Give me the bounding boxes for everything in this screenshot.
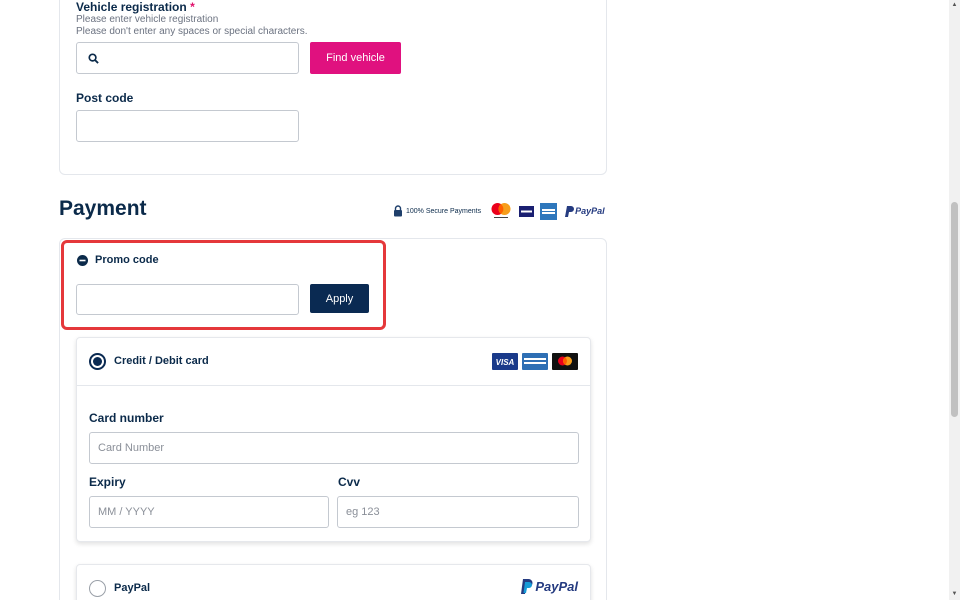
amex-logo [522,353,548,370]
scrollbar-thumb[interactable] [951,202,958,417]
mastercard-logo [491,203,511,218]
search-icon [88,53,99,64]
paypal-method-header[interactable]: PayPal PayPal [77,565,590,600]
paypal-icon [521,579,533,594]
paypal-icon [565,205,575,217]
card-method-divider [77,385,590,386]
amex-logo [540,202,558,220]
scroll-up-icon[interactable]: ▲ [951,2,958,9]
payment-title: Payment [59,197,147,220]
vehicle-registration-label-text: Vehicle registration [76,0,187,14]
secure-payments-text: 100% Secure Payments [406,207,482,215]
find-vehicle-button[interactable]: Find vehicle [310,42,401,74]
paypal-logo: PayPal [565,205,605,217]
postcode-input[interactable] [76,110,299,142]
card-number-input[interactable] [89,432,579,464]
expiry-input[interactable] [89,496,329,528]
paypal-wordmark: PayPal [575,206,605,216]
card-brand-logos: VISA [492,353,578,370]
card-method-radio[interactable] [89,353,106,370]
vehicle-registration-input[interactable] [76,42,299,74]
card-payment-method: Credit / Debit card VISA Card number Exp… [76,337,591,542]
paypal-method-label: PayPal [114,582,151,594]
paypal-payment-method: PayPal PayPal [76,564,591,600]
cvv-label: Cvv [338,475,361,489]
expiry-label: Expiry [89,475,126,489]
card-method-label: Credit / Debit card [114,355,209,367]
paypal-logo: PayPal [520,579,578,594]
promo-highlight-box [61,240,386,330]
paypal-method-radio[interactable] [89,580,106,597]
registration-hint: Please enter vehicle registration [76,14,219,25]
secure-payments-row: 100% Secure Payments PayPal [393,201,605,221]
registration-search-wrap [76,42,299,74]
card-method-header[interactable]: Credit / Debit card VISA [77,338,590,385]
visa-logo [519,205,535,217]
paypal-wordmark: PayPal [535,579,578,594]
card-number-label: Card number [89,411,164,425]
scroll-down-icon[interactable]: ▼ [951,591,958,598]
registration-format-hint: Please don't enter any spaces or special… [76,26,308,37]
visa-logo: VISA [492,353,518,370]
page-scrollbar[interactable]: ▲ ▼ [949,0,960,600]
postcode-label: Post code [76,91,134,105]
mastercard-logo [552,353,578,370]
svg-text:VISA: VISA [496,358,515,367]
required-mark: * [190,0,195,14]
lock-icon [394,205,402,217]
vehicle-registration-label: Vehicle registration * [76,0,195,14]
cvv-input[interactable] [337,496,579,528]
